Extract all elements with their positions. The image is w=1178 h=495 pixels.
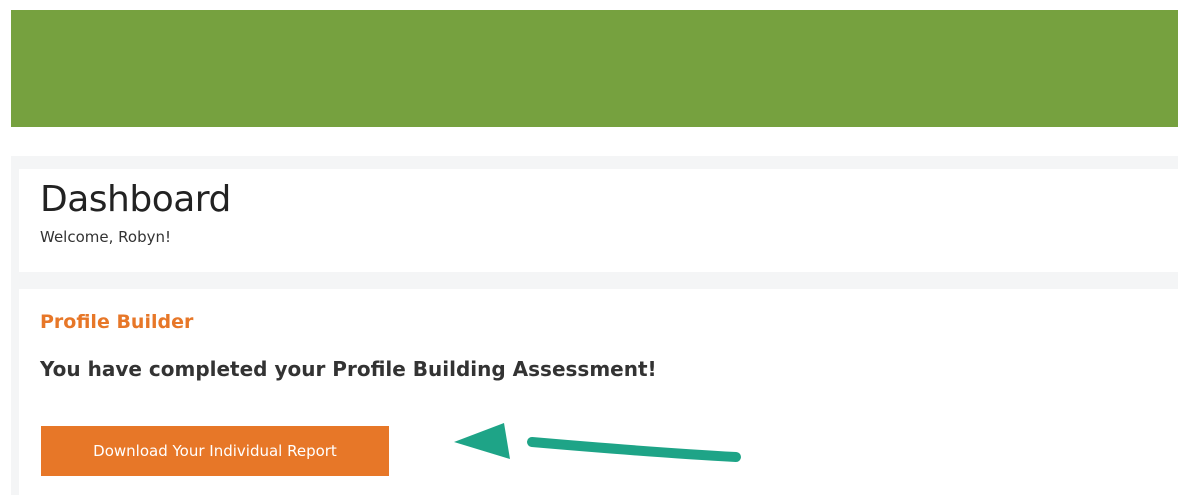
completion-message: You have completed your Profile Building…: [40, 357, 657, 381]
profile-builder-title: Profile Builder: [40, 311, 194, 333]
arrow-left-icon: [454, 423, 741, 462]
dashboard-header: Dashboard Welcome, Robyn!: [19, 169, 1178, 272]
page: Dashboard Welcome, Robyn! Profile Builde…: [0, 0, 1178, 495]
top-banner: [11, 10, 1178, 127]
welcome-message: Welcome, Robyn!: [40, 228, 171, 246]
page-title: Dashboard: [40, 179, 231, 220]
download-report-button[interactable]: Download Your Individual Report: [41, 426, 389, 476]
